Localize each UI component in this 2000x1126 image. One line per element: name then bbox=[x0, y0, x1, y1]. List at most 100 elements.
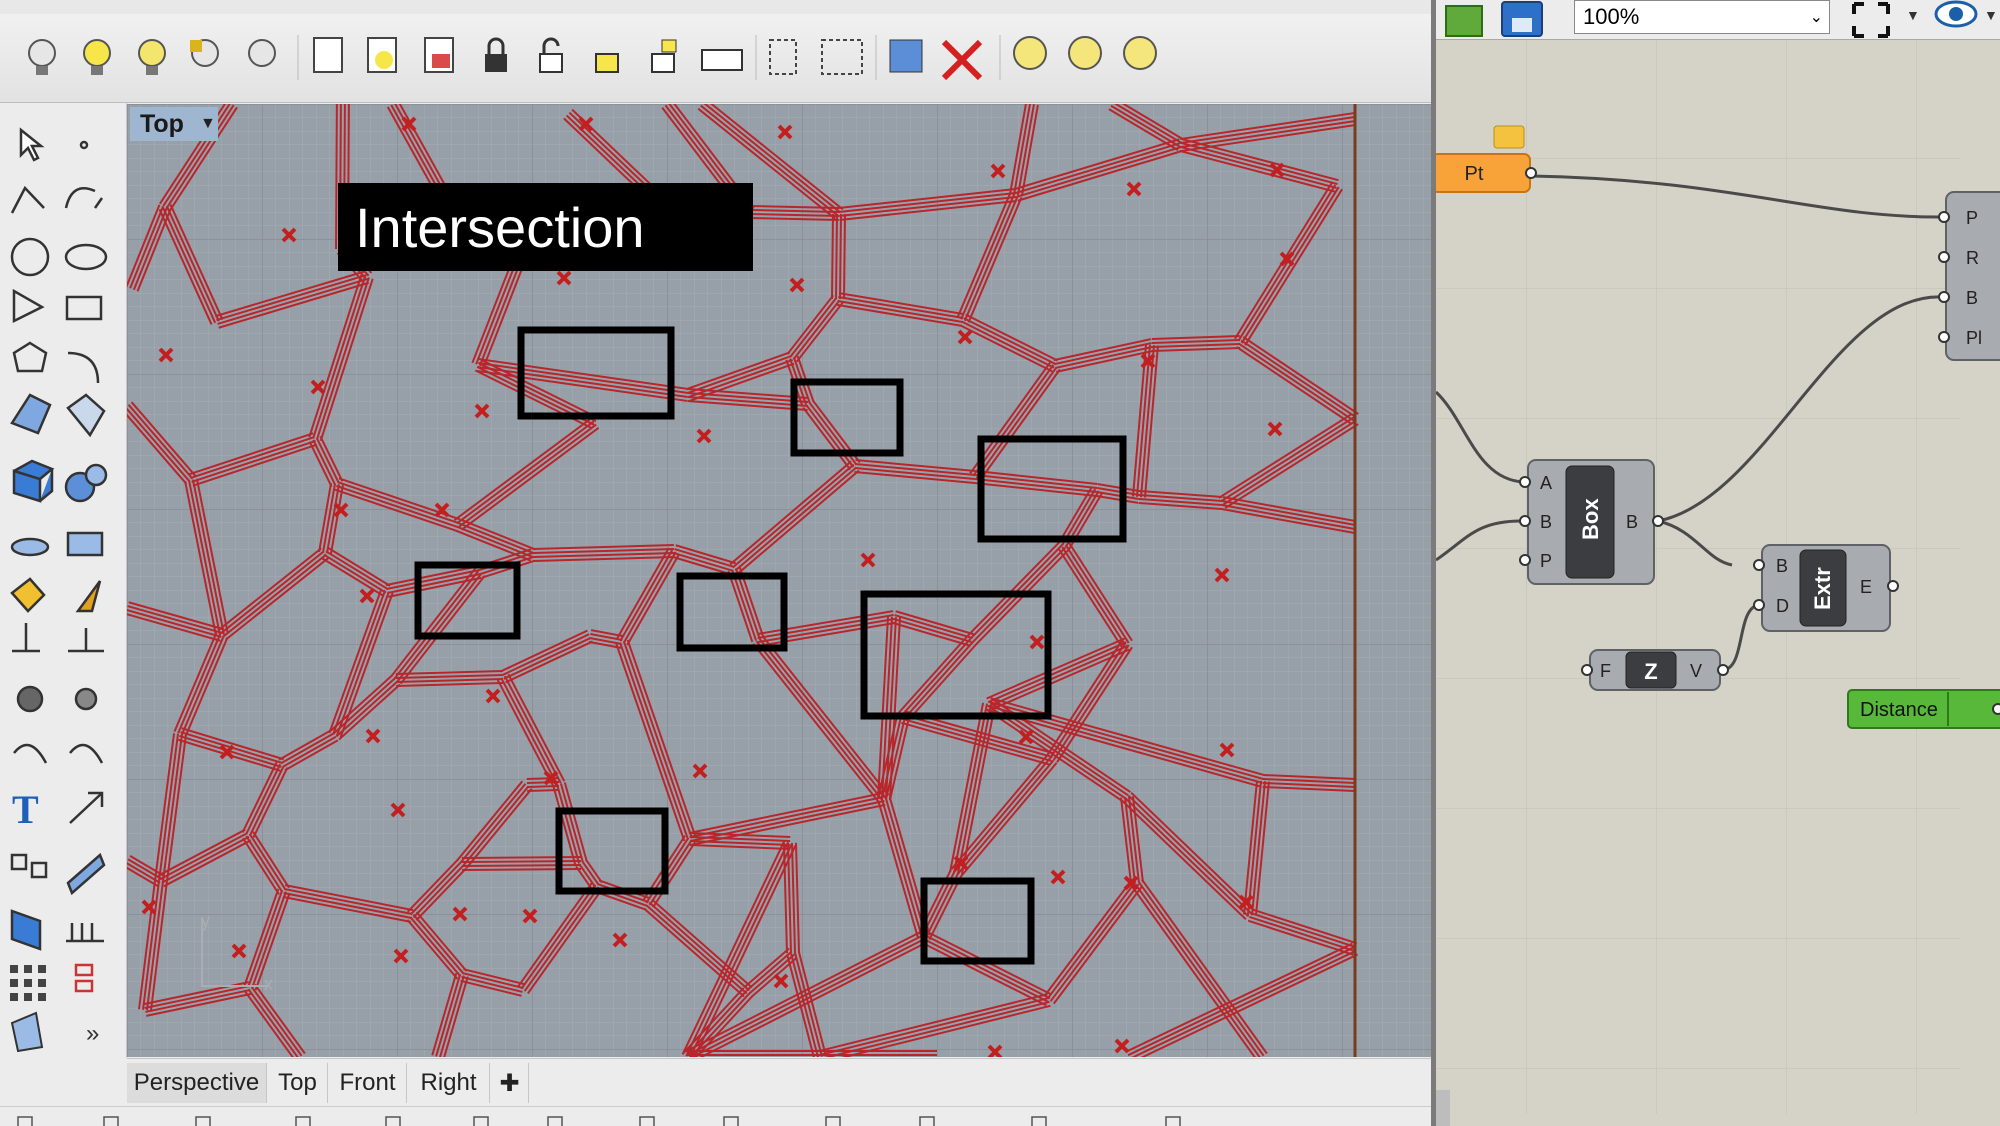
light-bulb-icon[interactable] bbox=[313, 37, 343, 73]
lock-icon[interactable] bbox=[821, 39, 863, 75]
zoom-dropdown[interactable]: 100% ⌄ bbox=[1574, 0, 1830, 34]
osnap-checkbox[interactable] bbox=[639, 1116, 655, 1126]
surface-icon[interactable] bbox=[10, 393, 52, 435]
array-icon[interactable] bbox=[10, 853, 28, 871]
curve-icon[interactable] bbox=[10, 185, 45, 214]
lock-icon[interactable] bbox=[769, 39, 797, 75]
osnap-checkbox[interactable] bbox=[195, 1116, 211, 1126]
circle-icon[interactable] bbox=[10, 237, 50, 277]
select-arrow-icon[interactable] bbox=[19, 127, 45, 162]
chevron-down-icon[interactable]: ▼ bbox=[1906, 7, 1920, 23]
lock-icon[interactable] bbox=[889, 39, 923, 73]
chevron-down-icon[interactable]: ▼ bbox=[200, 115, 216, 133]
osnap-checkbox[interactable] bbox=[919, 1116, 935, 1126]
array-icon[interactable] bbox=[30, 861, 48, 879]
light-bulb-icon[interactable] bbox=[424, 37, 454, 73]
tab-perspective[interactable]: Perspective bbox=[127, 1063, 267, 1103]
move-icon[interactable] bbox=[69, 791, 104, 824]
slider-label: Distance bbox=[1860, 699, 1938, 721]
screen: T » x y Top ▼ Intersection Perspective T… bbox=[0, 0, 2000, 1126]
box-solid-icon[interactable] bbox=[10, 909, 42, 951]
osnap-checkbox[interactable] bbox=[17, 1116, 33, 1126]
light-bulb-icon[interactable] bbox=[138, 39, 166, 75]
more-icon[interactable]: » bbox=[86, 1020, 99, 1047]
sphere-icon[interactable] bbox=[84, 463, 108, 487]
arc-icon[interactable] bbox=[12, 288, 45, 324]
top-viewport[interactable]: x y Top ▼ Intersection bbox=[127, 104, 1431, 1057]
curve-icon[interactable] bbox=[64, 187, 104, 209]
mesh-icon[interactable] bbox=[66, 531, 104, 557]
more-icon[interactable] bbox=[68, 628, 104, 653]
osnap-checkbox[interactable] bbox=[547, 1116, 563, 1126]
cylinder-icon[interactable] bbox=[10, 537, 50, 557]
light-bulb-icon[interactable] bbox=[28, 39, 56, 75]
chevron-down-icon[interactable]: ▼ bbox=[1984, 7, 1998, 23]
add-viewport-icon[interactable]: ✚ bbox=[491, 1063, 529, 1103]
close-icon[interactable] bbox=[941, 39, 983, 81]
array-icon[interactable] bbox=[10, 965, 46, 1001]
lock-icon[interactable] bbox=[595, 53, 619, 73]
light-bulb-icon[interactable] bbox=[367, 37, 397, 73]
open-icon[interactable] bbox=[1445, 5, 1483, 37]
grasshopper-canvas[interactable]: Pt P R B Pl A B P B Box B D E Extr F Z V… bbox=[1436, 40, 2000, 1126]
component-name: Z bbox=[1644, 659, 1657, 684]
more-icon[interactable] bbox=[74, 687, 98, 711]
surface-icon[interactable] bbox=[10, 1011, 44, 1053]
more-icon[interactable] bbox=[16, 685, 44, 713]
box-component[interactable]: A B P B Box bbox=[1519, 459, 1664, 585]
lock-icon[interactable] bbox=[539, 37, 563, 73]
fillet-icon[interactable] bbox=[67, 351, 100, 384]
array-icon[interactable] bbox=[74, 963, 94, 993]
osnap-checkbox[interactable] bbox=[1031, 1116, 1047, 1126]
circle-icon[interactable] bbox=[64, 243, 108, 271]
unit-z-component[interactable]: F Z V bbox=[1581, 649, 1729, 691]
distance-slider[interactable]: Distance bbox=[1847, 689, 2000, 729]
more-icon[interactable] bbox=[12, 623, 40, 653]
rotate-icon[interactable] bbox=[69, 743, 104, 764]
voronoi-component[interactable]: P R B Pl bbox=[1938, 191, 2000, 361]
tab-right[interactable]: Right bbox=[408, 1063, 490, 1103]
scrollbar[interactable] bbox=[1436, 1090, 1450, 1126]
light-bulb-icon[interactable] bbox=[248, 39, 276, 67]
more-icon[interactable] bbox=[75, 580, 102, 613]
tab-top[interactable]: Top bbox=[268, 1063, 328, 1103]
viewport-label[interactable]: Top ▼ bbox=[130, 107, 218, 141]
move-icon[interactable] bbox=[66, 852, 106, 896]
input-label: D bbox=[1776, 596, 1789, 616]
light-bulb-icon[interactable] bbox=[83, 39, 111, 75]
chevron-down-icon[interactable]: ⌄ bbox=[1810, 7, 1823, 27]
save-icon[interactable] bbox=[1501, 1, 1543, 37]
lock-icon[interactable] bbox=[651, 39, 677, 73]
point-icon[interactable] bbox=[79, 140, 89, 150]
component-name: Box bbox=[1578, 498, 1603, 540]
voronoi-edge bbox=[461, 860, 581, 864]
surface-icon[interactable] bbox=[66, 393, 106, 438]
eye-icon[interactable] bbox=[1934, 0, 1978, 28]
lock-icon[interactable] bbox=[485, 37, 507, 72]
osnap-checkbox[interactable] bbox=[473, 1116, 489, 1126]
osnap-checkbox[interactable] bbox=[1165, 1116, 1181, 1126]
light-bulb-icon[interactable] bbox=[1123, 36, 1157, 70]
output-label: E bbox=[1860, 577, 1872, 597]
osnap-checkbox[interactable] bbox=[825, 1116, 841, 1126]
osnap-checkbox[interactable] bbox=[295, 1116, 311, 1126]
polygon-icon[interactable] bbox=[12, 341, 48, 373]
zoom-extents-icon[interactable] bbox=[1852, 2, 1890, 38]
osnap-checkbox[interactable] bbox=[723, 1116, 739, 1126]
lock-icon[interactable] bbox=[701, 49, 743, 71]
more-icon[interactable] bbox=[66, 923, 104, 943]
rotate-icon[interactable] bbox=[13, 743, 48, 764]
osnap-checkbox[interactable] bbox=[385, 1116, 401, 1126]
osnap-checkbox[interactable] bbox=[103, 1116, 119, 1126]
output-label: B bbox=[1626, 512, 1638, 532]
tab-front[interactable]: Front bbox=[329, 1063, 407, 1103]
light-bulb-icon[interactable] bbox=[190, 39, 219, 67]
rhino-tool-sidebar: T » bbox=[0, 103, 127, 1058]
light-bulb-icon[interactable] bbox=[1068, 36, 1102, 70]
rectangle-icon[interactable] bbox=[65, 295, 103, 321]
box-solid-icon[interactable] bbox=[12, 459, 55, 503]
extrude-component[interactable]: B D E Extr bbox=[1753, 544, 1899, 632]
more-icon[interactable] bbox=[10, 577, 46, 613]
light-bulb-icon[interactable] bbox=[1013, 36, 1047, 70]
text-icon[interactable]: T bbox=[12, 787, 39, 832]
